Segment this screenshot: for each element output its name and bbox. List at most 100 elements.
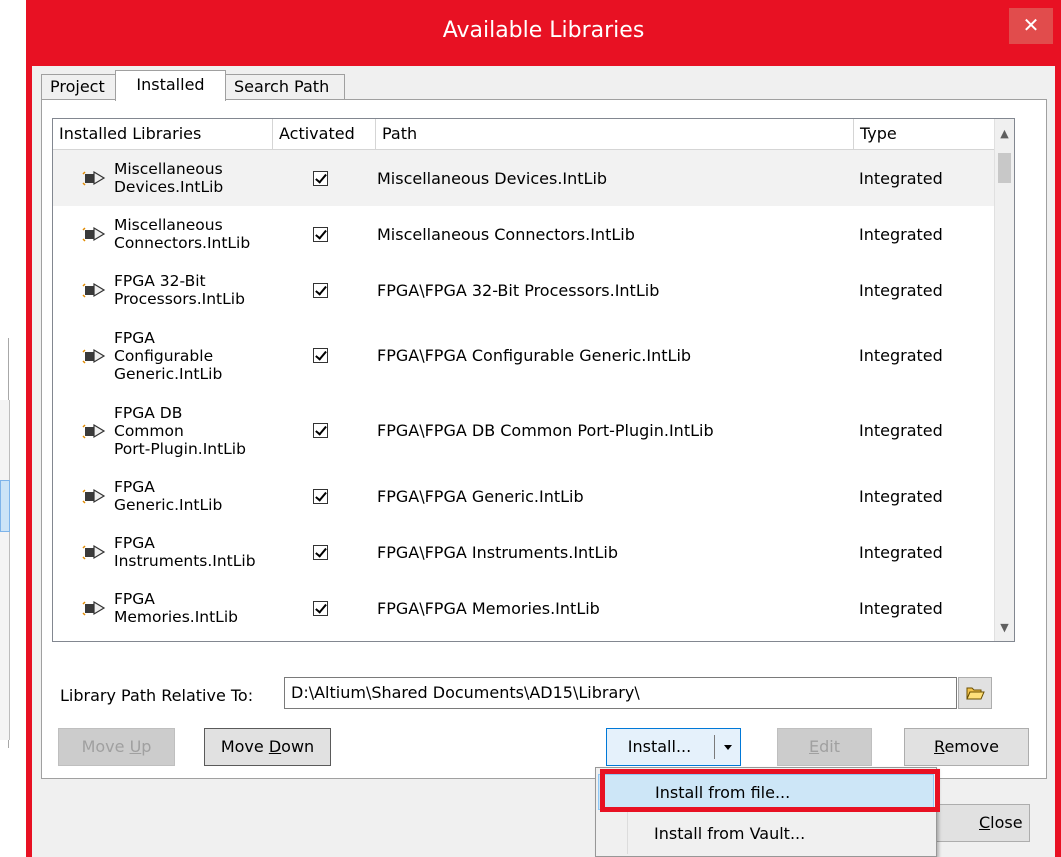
scroll-up-icon[interactable]: ▲	[995, 123, 1014, 145]
install-button-label[interactable]: Install...	[607, 729, 712, 765]
checkmark-icon	[312, 282, 328, 298]
column-type[interactable]: Type	[854, 119, 997, 149]
activated-checkbox[interactable]	[311, 393, 329, 468]
library-name: FPGA Memories.IntLib	[114, 590, 238, 626]
library-name: Miscellaneous Connectors.IntLib	[114, 216, 251, 252]
browse-folder-button[interactable]	[958, 677, 992, 709]
highlight-annotation-box	[600, 769, 940, 812]
library-path: Miscellaneous Connectors.IntLib	[377, 224, 635, 244]
close-button[interactable]: Close	[930, 804, 1030, 842]
library-path: FPGA\FPGA DB Common Port-Plugin.IntLib	[377, 421, 714, 440]
menu-item-install-from-vault[interactable]: Install from Vault...	[598, 816, 934, 852]
move-down-button[interactable]: Move Down	[204, 728, 331, 766]
activated-checkbox[interactable]	[311, 206, 329, 262]
activated-checkbox[interactable]	[311, 524, 329, 580]
open-folder-icon	[966, 687, 985, 700]
library-type: Integrated	[859, 636, 989, 641]
library-path: FPGA\FPGA Memories.IntLib	[377, 598, 600, 618]
edit-button[interactable]: Edit	[777, 728, 872, 766]
close-icon: ✕	[1022, 13, 1040, 37]
library-type: Integrated	[859, 346, 943, 365]
close-window-button[interactable]: ✕	[1009, 8, 1053, 44]
library-type: Integrated	[859, 224, 943, 244]
title-bar: Available Libraries ✕	[32, 0, 1055, 66]
component-library-icon	[81, 262, 107, 318]
install-split-button[interactable]: Install...	[606, 728, 741, 766]
component-library-icon	[81, 524, 107, 580]
activated-checkbox[interactable]	[311, 636, 329, 641]
library-path-label: Library Path Relative To:	[60, 686, 254, 705]
library-name: FPGA Generic.IntLib	[114, 478, 223, 514]
installed-panel: Installed Libraries Activated Path Type …	[41, 99, 1047, 779]
library-name: FPGA DB Common Port-Plugin.IntLib	[114, 403, 246, 458]
column-activated[interactable]: Activated	[273, 119, 376, 149]
library-type: Integrated	[859, 598, 943, 618]
library-row[interactable]: FPGA 32-Bit Processors.IntLib FPGA\FPGA 3…	[53, 262, 997, 318]
component-library-icon	[81, 468, 107, 524]
dialog-title: Available Libraries	[442, 18, 645, 43]
scrollbar-thumb[interactable]	[998, 153, 1011, 183]
library-path: FPGA\FPGA 32-Bit Processors.IntLib	[377, 280, 660, 300]
library-name: FPGA 32-Bit Processors.IntLib	[114, 272, 245, 308]
remove-button[interactable]: Remove	[904, 728, 1029, 766]
library-row[interactable]: FPGA DB Common Port-Plugin.IntLib FPGA\FP…	[53, 393, 997, 468]
tab-project[interactable]: Project	[41, 74, 116, 100]
library-path: FPGA\FPGA Instruments.IntLib	[377, 542, 618, 562]
checkmark-icon	[312, 600, 328, 616]
install-dropdown-arrow[interactable]	[715, 729, 740, 765]
background-panel	[0, 400, 10, 740]
activated-checkbox[interactable]	[311, 318, 329, 393]
component-library-icon	[81, 580, 107, 636]
library-name: FPGA NB2DSK01 Port-Plugin.IntLib	[114, 636, 279, 641]
move-up-button[interactable]: Move Up	[58, 728, 175, 766]
library-path-field[interactable]: D:\Altium\Shared Documents\AD15\Library\	[284, 677, 957, 709]
library-name: FPGA Instruments.IntLib	[114, 534, 256, 570]
library-row[interactable]: FPGA Generic.IntLib FPGA\FPGA Generic.Int…	[53, 468, 997, 524]
installed-libraries-grid: Installed Libraries Activated Path Type …	[52, 118, 1015, 642]
chevron-down-icon	[723, 744, 732, 750]
activated-checkbox[interactable]	[311, 262, 329, 318]
checkmark-icon	[312, 348, 328, 363]
component-library-icon	[81, 150, 107, 206]
checkmark-icon	[312, 226, 328, 242]
tab-search-path[interactable]: Search Path	[225, 74, 345, 100]
library-row[interactable]: Miscellaneous Connectors.IntLib Miscellan…	[53, 206, 997, 262]
library-type: Integrated	[859, 542, 943, 562]
checkmark-icon	[312, 170, 328, 186]
library-name: Miscellaneous Devices.IntLib	[114, 160, 224, 196]
tab-installed[interactable]: Installed	[115, 70, 226, 101]
activated-checkbox[interactable]	[311, 468, 329, 524]
component-library-icon	[81, 636, 107, 641]
library-path: FPGA\FPGA NB2DSK01 Port-Plugin.IntLib	[377, 636, 847, 641]
checkmark-icon	[312, 488, 328, 504]
library-type: Integrated	[859, 280, 943, 300]
library-type: Integrated	[859, 168, 943, 188]
library-name: FPGA Configurable Generic.IntLib	[114, 328, 223, 383]
scroll-down-icon[interactable]: ▼	[995, 617, 1014, 639]
component-library-icon	[81, 206, 107, 262]
grid-rows: Miscellaneous Devices.IntLib Miscellaneou…	[53, 150, 997, 641]
library-row[interactable]: Miscellaneous Devices.IntLib Miscellaneou…	[53, 150, 997, 206]
library-row[interactable]: FPGA Configurable Generic.IntLib FPGA\FPG…	[53, 318, 997, 393]
library-row[interactable]: FPGA Instruments.IntLib FPGA\FPGA Instrum…	[53, 524, 997, 580]
grid-header: Installed Libraries Activated Path Type	[53, 119, 997, 150]
background-window-edge	[0, 0, 26, 857]
activated-checkbox[interactable]	[311, 580, 329, 636]
column-path[interactable]: Path	[376, 119, 854, 149]
library-type: Integrated	[859, 486, 943, 506]
library-path: FPGA\FPGA Configurable Generic.IntLib	[377, 346, 692, 365]
available-libraries-dialog: Available Libraries ✕ Project Installed …	[26, 0, 1061, 857]
library-type: Integrated	[859, 421, 943, 440]
grid-vertical-scrollbar[interactable]: ▲ ▼	[994, 119, 1014, 641]
column-installed-libraries[interactable]: Installed Libraries	[53, 119, 273, 149]
library-path: Miscellaneous Devices.IntLib	[377, 168, 608, 188]
library-row[interactable]: FPGA NB2DSK01 Port-Plugin.IntLib FPGA\FPG…	[53, 636, 997, 641]
component-library-icon	[81, 318, 107, 393]
background-selection	[0, 480, 10, 532]
checkmark-icon	[312, 423, 328, 438]
library-row[interactable]: FPGA Memories.IntLib FPGA\FPGA Memories.I…	[53, 580, 997, 636]
checkmark-icon	[312, 544, 328, 560]
library-path: FPGA\FPGA Generic.IntLib	[377, 486, 584, 506]
activated-checkbox[interactable]	[311, 150, 329, 206]
component-library-icon	[81, 393, 107, 468]
